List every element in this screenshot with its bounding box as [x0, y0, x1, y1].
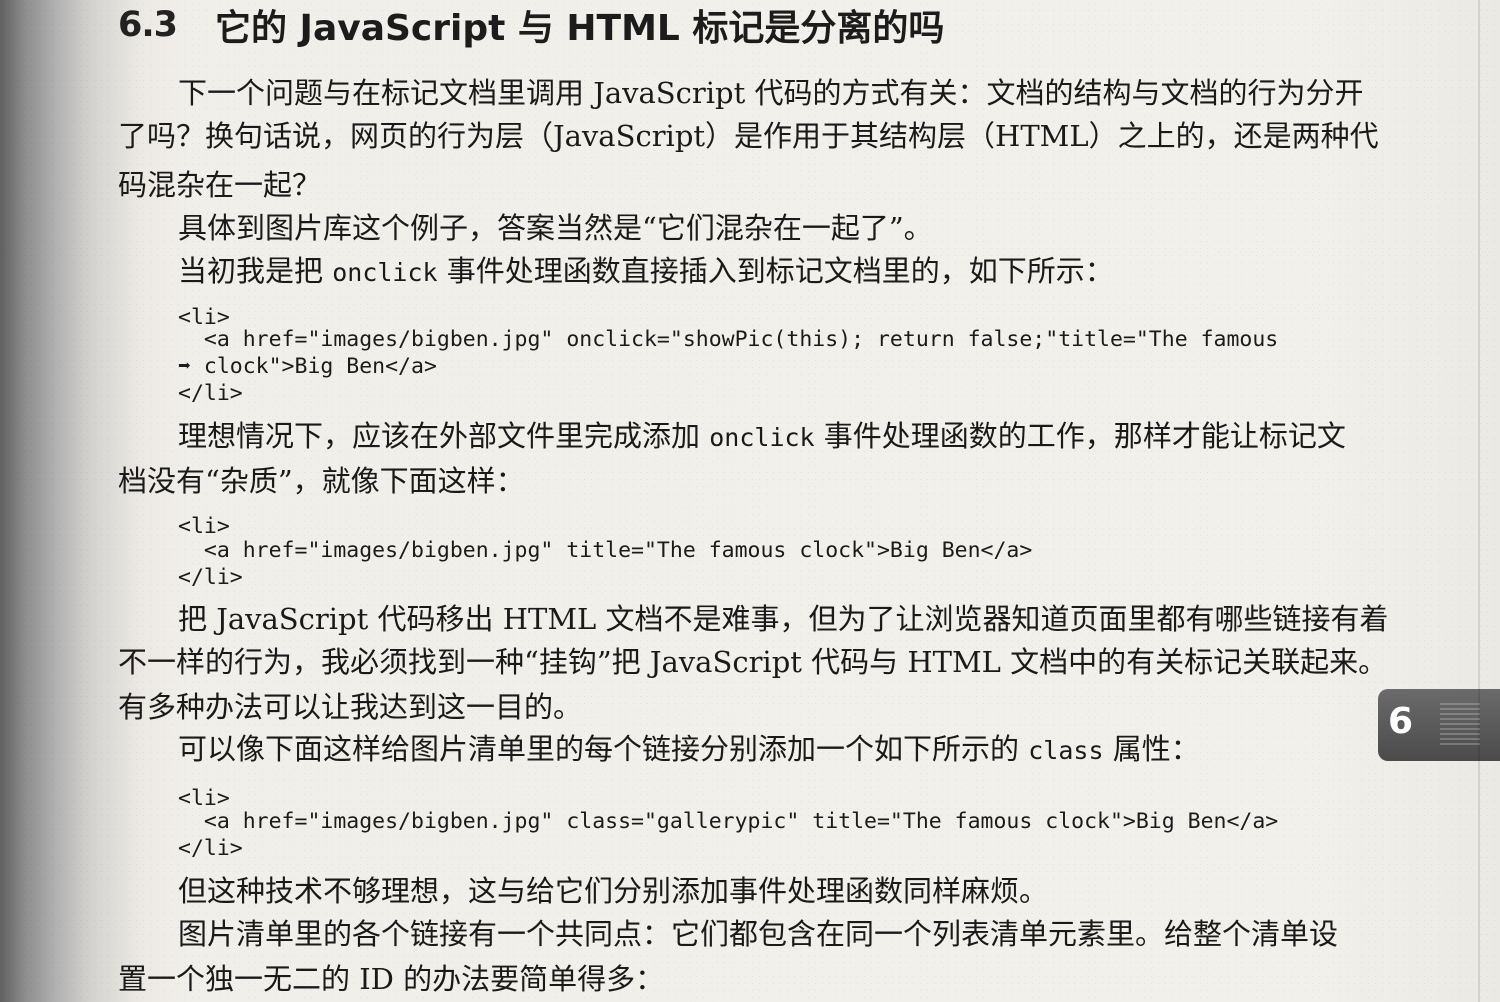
paragraph-1-line-3: 码混杂在一起？: [118, 168, 322, 202]
paragraph-8-line-1: 图片清单里的各个链接有一个共同点：它们都包含在同一个列表清单元素里。给整个清单设: [178, 917, 1339, 951]
code-line: <a href="images/bigben.jpg" class="galle…: [178, 809, 1279, 834]
paragraph-3: 当初我是把 onclick 事件处理函数直接插入到标记文档里的，如下所示：: [178, 257, 1114, 286]
code-line: </li>: [178, 381, 243, 406]
paragraph-6: 可以像下面这样给图片清单里的每个链接分别添加一个如下所示的 class 属性：: [178, 735, 1200, 764]
code-line: <li>: [178, 786, 230, 811]
scanned-book-page: 6.3 它的 JavaScript 与 HTML 标记是分离的吗 下一个问题与在…: [0, 0, 1500, 1002]
code-line: </li>: [178, 565, 243, 590]
paragraph-7: 但这种技术不够理想，这与给它们分别添加事件处理函数同样麻烦。: [178, 874, 1049, 908]
paragraph-4-text-after: 事件处理函数的工作，那样才能让标记文: [814, 419, 1346, 453]
paragraph-3-text-before: 当初我是把: [178, 254, 333, 288]
tab-stripes-decoration: [1440, 703, 1480, 747]
code-line: <a href="images/bigben.jpg" onclick="sho…: [178, 327, 1279, 352]
paragraph-1-line-2: 了吗？换句话说，网页的行为层（JavaScript）是作用于其结构层（HTML）…: [118, 119, 1379, 153]
section-number: 6.3: [118, 5, 178, 45]
paragraph-5-line-1: 把 JavaScript 代码移出 HTML 文档不是难事，但为了让浏览器知道页…: [178, 602, 1389, 636]
paragraph-5-line-2: 不一样的行为，我必须找到一种“挂钩”把 JavaScript 代码与 HTML …: [118, 645, 1388, 679]
code-line: </li>: [178, 836, 243, 861]
inline-code-onclick: onclick: [709, 423, 815, 452]
paragraph-5-line-3: 有多种办法可以让我达到这一目的。: [118, 690, 583, 724]
page-edge-shadow: [1478, 0, 1480, 1002]
chapter-number: 6: [1388, 701, 1414, 742]
chapter-thumb-tab: 6: [1378, 689, 1500, 761]
paragraph-4-text-before: 理想情况下，应该在外部文件里完成添加: [178, 419, 710, 453]
code-line: <li>: [178, 305, 230, 330]
section-title: 它的 JavaScript 与 HTML 标记是分离的吗: [215, 8, 945, 49]
paragraph-1-line-1: 下一个问题与在标记文档里调用 JavaScript 代码的方式有关：文档的结构与…: [178, 76, 1364, 110]
paragraph-6-text-after: 属性：: [1103, 732, 1200, 766]
code-line: <a href="images/bigben.jpg" title="The f…: [178, 538, 1033, 563]
paragraph-6-text-before: 可以像下面这样给图片清单里的每个链接分别添加一个如下所示的: [178, 732, 1029, 766]
inline-code-onclick: onclick: [332, 258, 438, 287]
paragraph-3-text-after: 事件处理函数直接插入到标记文档里的，如下所示：: [437, 254, 1114, 288]
paragraph-4-line-1: 理想情况下，应该在外部文件里完成添加 onclick 事件处理函数的工作，那样才…: [178, 422, 1346, 451]
paragraph-2: 具体到图片库这个例子，答案当然是“它们混杂在一起了”。: [178, 211, 933, 245]
paragraph-8-line-2: 置一个独一无二的 ID 的办法要简单得多：: [118, 962, 665, 996]
code-line: ➡ clock">Big Ben</a>: [178, 354, 437, 379]
paragraph-4-line-2: 档没有“杂质”，就像下面这样：: [118, 464, 525, 498]
inline-code-class: class: [1028, 736, 1104, 765]
code-line: <li>: [178, 514, 230, 539]
section-heading: 6.3 它的 JavaScript 与 HTML 标记是分离的吗: [118, 0, 944, 50]
